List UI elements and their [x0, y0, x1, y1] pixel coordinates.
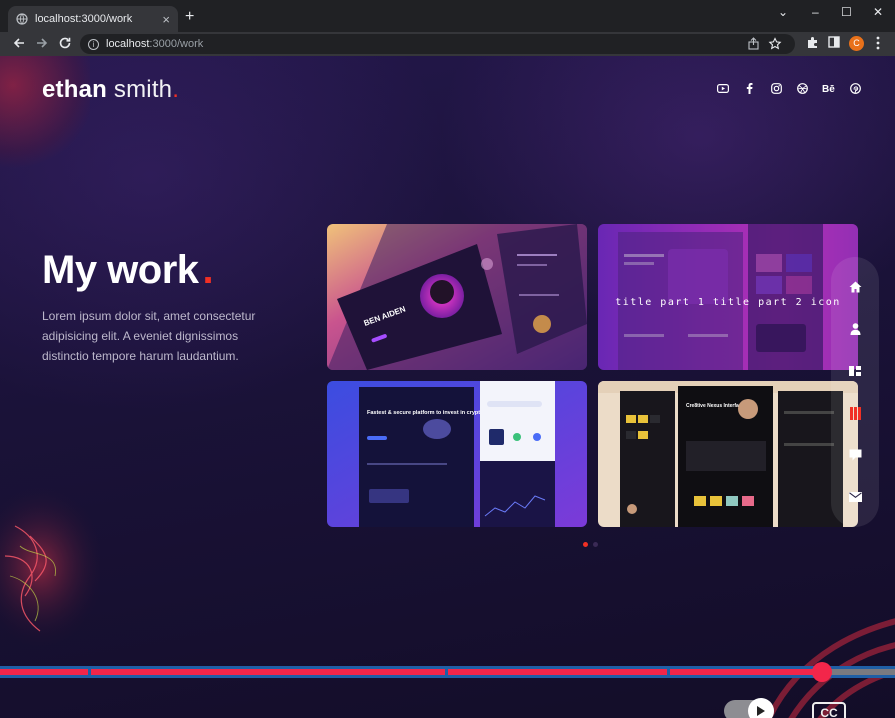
nav-services[interactable] — [831, 361, 879, 381]
pagination-dots — [583, 542, 598, 547]
side-panel-icon[interactable] — [828, 36, 840, 51]
card-hover-title: title part 1 title part 2 icon — [615, 297, 841, 308]
nav-home[interactable] — [831, 277, 879, 297]
instagram-icon[interactable] — [763, 81, 790, 95]
services-icon — [849, 366, 861, 376]
page-title-text: My work — [42, 248, 199, 292]
tab-title: localhost:3000/work — [35, 13, 133, 25]
side-navigation — [831, 257, 879, 527]
work-card[interactable]: Fastest & secure platform to invest in c… — [327, 381, 587, 527]
new-tab-button[interactable]: + — [185, 9, 194, 25]
page-title: My work. — [42, 248, 214, 293]
extensions-icon[interactable] — [806, 36, 819, 52]
page-viewport: ethan smith. Bē My work. Lorem ipsum dol… — [0, 56, 895, 718]
work-card[interactable]: BEN AIDEN — [327, 224, 587, 370]
play-icon — [748, 698, 774, 718]
contact-icon — [848, 492, 862, 502]
pagination-dot[interactable] — [593, 542, 598, 547]
nav-testimonials[interactable] — [831, 445, 879, 465]
reload-icon[interactable] — [58, 36, 72, 54]
progress-segment — [448, 669, 667, 675]
progress-segment — [91, 669, 445, 675]
bookmark-star-icon — [768, 37, 782, 50]
testimonials-icon — [849, 449, 861, 461]
nav-contact[interactable] — [831, 487, 879, 507]
decorative-splash — [0, 56, 90, 176]
work-card[interactable]: Cre8tive Nexus Interfaces — [598, 381, 858, 527]
pagination-dot-active[interactable] — [583, 542, 588, 547]
home-icon — [849, 281, 861, 293]
browser-tab-bar: localhost:3000/work × + ⌄ – ☐ ✕ — [0, 0, 895, 32]
social-links: Bē — [710, 81, 869, 95]
user-icon — [850, 323, 860, 335]
video-progress-bar[interactable] — [0, 662, 895, 682]
browser-tab[interactable]: localhost:3000/work × — [8, 6, 178, 32]
progress-remaining — [828, 669, 895, 675]
dribbble-icon[interactable] — [790, 81, 817, 95]
nav-about[interactable] — [831, 319, 879, 339]
globe-icon — [16, 13, 28, 25]
url-path: :3000/work — [149, 38, 204, 50]
kebab-menu-icon[interactable] — [876, 36, 880, 53]
close-window-button[interactable]: ✕ — [873, 5, 883, 19]
minimize-button[interactable]: – — [812, 5, 819, 19]
logo-first: ethan — [42, 76, 108, 103]
work-thumbnail-1: BEN AIDEN — [327, 224, 587, 370]
close-tab-icon[interactable]: × — [162, 12, 170, 27]
progress-segment — [670, 669, 818, 675]
site-info-icon[interactable]: i — [88, 38, 99, 50]
work-icon — [849, 406, 861, 420]
url-host: localhost — [106, 38, 150, 50]
title-dot: . — [202, 248, 214, 292]
scrubber-handle[interactable] — [812, 662, 832, 682]
omnibox-actions — [747, 37, 787, 54]
site-logo[interactable]: ethan smith. — [42, 76, 179, 104]
browser-toolbar: i localhost:3000/work C — [0, 32, 895, 56]
decorative-bulb — [0, 486, 100, 646]
pinterest-icon[interactable] — [843, 81, 870, 95]
captions-button[interactable]: CC — [812, 702, 846, 718]
nav-work[interactable] — [831, 403, 879, 423]
tab-search-icon[interactable]: ⌄ — [778, 5, 788, 19]
decorative-swirl — [767, 618, 895, 718]
profile-avatar[interactable]: C — [849, 36, 864, 51]
work-thumbnail-3: Fastest & secure platform to invest in c… — [327, 381, 587, 527]
youtube-icon[interactable] — [710, 81, 737, 95]
work-card-hovered[interactable]: title part 1 title part 2 icon — [598, 224, 858, 370]
logo-last: smith — [113, 76, 173, 103]
page-description: Lorem ipsum dolor sit, amet consectetur … — [42, 309, 256, 363]
facebook-icon[interactable] — [737, 81, 764, 95]
back-icon[interactable] — [12, 36, 26, 54]
logo-dot: . — [172, 76, 180, 103]
maximize-button[interactable]: ☐ — [841, 5, 852, 19]
forward-icon[interactable] — [35, 36, 49, 54]
share-icon — [748, 37, 759, 50]
card-3-heading: Fastest & secure platform to invest in c… — [367, 410, 484, 416]
autoplay-toggle[interactable] — [724, 698, 774, 718]
work-thumbnail-4: Cre8tive Nexus Interfaces — [598, 381, 858, 527]
svg-text:Bē: Bē — [822, 84, 835, 93]
progress-segment — [0, 669, 88, 675]
address-bar[interactable]: i localhost:3000/work — [80, 34, 795, 54]
work-grid: BEN AIDEN title part 1 title part 2 icon… — [327, 224, 858, 527]
behance-icon[interactable]: Bē — [816, 81, 843, 95]
